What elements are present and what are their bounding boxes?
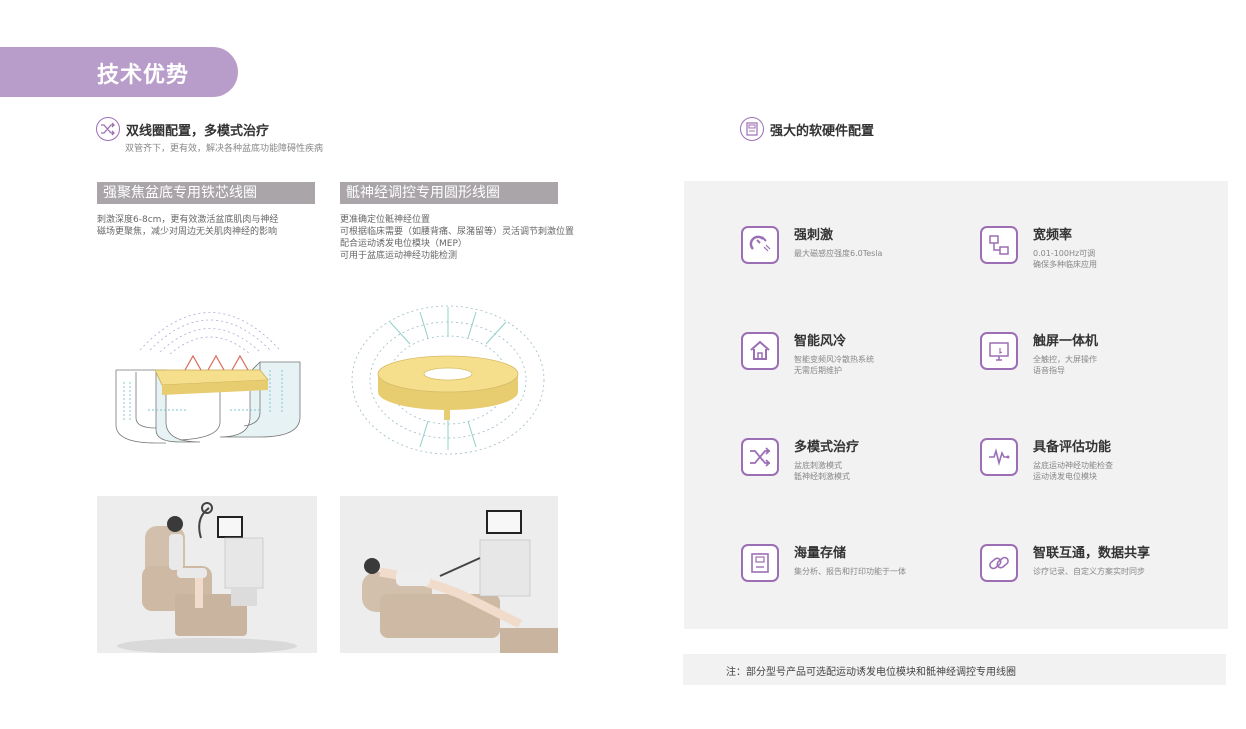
right-section-heading: 强大的软硬件配置 [740, 117, 874, 141]
desc-line: 更准确定位骶神经位置 [340, 215, 431, 225]
desc-line: 刺激深度6-8cm，更有效激活盆底肌肉与神经 [97, 215, 279, 225]
note-text: 注：部分型号产品可选配运动诱发电位模块和骶神经调控专用线圈 [726, 667, 1016, 678]
note-bar: 注：部分型号产品可选配运动诱发电位模块和骶神经调控专用线圈 [683, 654, 1226, 685]
desc-line: 磁场更聚焦，减少对周边无关肌肉神经的影响 [97, 227, 278, 237]
feature-desc: 盆底刺激模式 [794, 461, 842, 470]
feature-smart-cooling: 智能风冷 智能变频风冷散热系统 无需后期维护 [741, 332, 874, 376]
feature-desc: 确保多种临床应用 [1033, 260, 1097, 269]
section-banner: 技术优势 [0, 47, 238, 97]
feature-storage: 海量存储 集分析、报告和打印功能于一体 [741, 544, 906, 582]
storage-icon [741, 544, 779, 582]
product-photo-seated [97, 496, 317, 653]
round-coil-illustration [351, 305, 545, 455]
feature-desc: 全触控，大屏操作 [1033, 355, 1097, 364]
left-section-heading: 双线圈配置，多模式治疗 [96, 117, 269, 141]
right-section-title: 强大的软硬件配置 [770, 123, 875, 139]
feature-desc: 语音指导 [1033, 366, 1065, 375]
left-section-title: 双线圈配置，多模式治疗 [126, 123, 270, 139]
coil-desc-focus: 刺激深度6-8cm，更有效激活盆底肌肉与神经 磁场更聚焦，减少对周边无关肌肉神经… [97, 214, 278, 238]
feature-touchscreen: 触屏一体机 全触控，大屏操作 语音指导 [980, 332, 1098, 376]
feature-title: 触屏一体机 [1033, 334, 1099, 349]
feature-desc: 骶神经刺激模式 [794, 472, 850, 481]
desc-line: 可根据临床需要（如腰背痛、尿潴留等）灵活调节刺激位置 [340, 227, 575, 237]
feature-desc: 运动诱发电位模块 [1033, 472, 1097, 481]
waveform-icon [980, 438, 1018, 476]
feature-desc: 无需后期维护 [794, 366, 842, 375]
feature-title: 海量存储 [794, 546, 847, 561]
shuffle-icon [741, 438, 779, 476]
feature-multi-mode: 多模式治疗 盆底刺激模式 骶神经刺激模式 [741, 438, 859, 482]
feature-strong-stimulation: 强刺激 最大磁感应强度6.0Tesla [741, 226, 882, 264]
desc-line: 可用于盆底运动神经功能检测 [340, 251, 458, 261]
shuffle-icon [96, 117, 120, 141]
feature-desc: 盆底运动神经功能检查 [1033, 461, 1113, 470]
feature-assessment: 具备评估功能 盆底运动神经功能检查 运动诱发电位模块 [980, 438, 1113, 482]
touchscreen-icon [980, 332, 1018, 370]
storage-icon [740, 117, 764, 141]
feature-title: 多模式治疗 [794, 440, 860, 455]
link-icon [980, 544, 1018, 582]
banner-title: 技术优势 [97, 63, 190, 88]
desc-line: 配合运动诱发电位模块（MEP） [340, 239, 467, 249]
feature-title: 智能风冷 [794, 334, 847, 349]
magnet-icon [741, 226, 779, 264]
feature-desc: 最大磁感应强度6.0Tesla [794, 249, 883, 258]
feature-title: 宽频率 [1033, 228, 1073, 243]
coil-label-focus: 强聚焦盆底专用铁芯线圈 [97, 182, 315, 204]
product-photo-reclined [340, 496, 558, 653]
feature-connectivity: 智联互通，数据共享 诊疗记录、自定义方案实时同步 [980, 544, 1150, 582]
left-section-subtitle: 双管齐下，更有效，解决各种盆底功能障碍性疾病 [125, 144, 324, 154]
coil-desc-sacral: 更准确定位骶神经位置 可根据临床需要（如腰背痛、尿潴留等）灵活调节刺激位置 配合… [340, 214, 574, 262]
feature-desc: 诊疗记录、自定义方案实时同步 [1033, 567, 1145, 576]
feature-title: 具备评估功能 [1033, 440, 1112, 455]
iron-core-coil-illustration [115, 312, 301, 444]
feature-desc: 0.01-100Hz可调 [1033, 249, 1096, 258]
coil-label-sacral: 骶神经调控专用圆形线圈 [340, 182, 558, 204]
feature-title: 智联互通，数据共享 [1033, 546, 1151, 561]
feature-wide-frequency: 宽频率 0.01-100Hz可调 确保多种临床应用 [980, 226, 1097, 270]
feature-desc: 集分析、报告和打印功能于一体 [794, 567, 906, 576]
features-panel: 强刺激 最大磁感应强度6.0Tesla 宽频率 0.01-100Hz可调 确保多… [684, 181, 1228, 629]
feature-desc: 智能变频风冷散热系统 [794, 355, 874, 364]
house-fan-icon [741, 332, 779, 370]
frequency-icon [980, 226, 1018, 264]
feature-title: 强刺激 [794, 228, 834, 243]
